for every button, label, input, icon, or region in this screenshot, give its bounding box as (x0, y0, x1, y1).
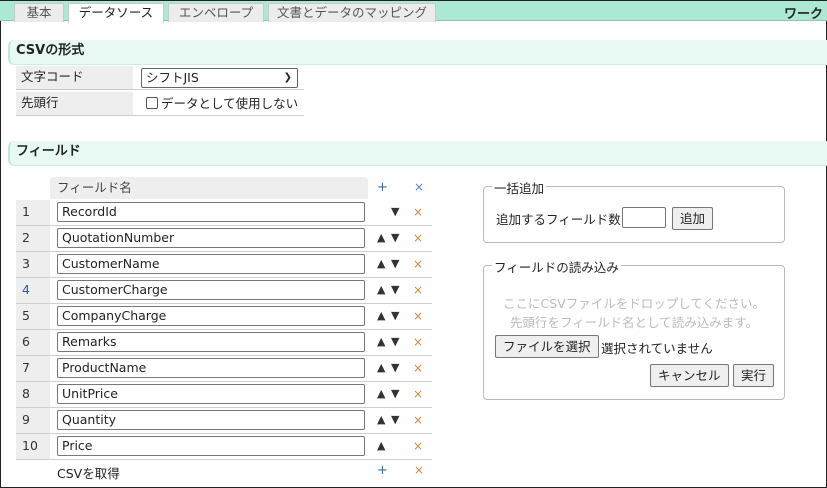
window-title: ワーク (783, 7, 823, 22)
row-number: 3 (16, 252, 50, 277)
section-csv-format: CSVの形式 (8, 40, 827, 64)
file-status: 選択されていません (601, 341, 713, 356)
move-up-icon[interactable]: ▲ (377, 330, 385, 354)
move-up-icon[interactable]: ▲ (377, 356, 385, 380)
drop-hint: ここにCSVファイルをドロップしてください。 (503, 296, 765, 311)
field-row: 2 QuotationNumber ▲ ▼ × (16, 226, 432, 252)
encoding-label: 文字コード (16, 66, 133, 89)
get-csv-link[interactable]: CSVを取得 (57, 463, 120, 482)
field-name-input[interactable]: UnitPrice (57, 384, 365, 404)
row-number: 1 (16, 200, 50, 225)
field-name-header: フィールド名 (50, 177, 368, 199)
remove-field-icon[interactable]: × (413, 408, 423, 432)
move-down-icon[interactable]: ▼ (391, 252, 399, 276)
add-field-top-button[interactable]: + (377, 180, 388, 195)
field-row: 9 Quantity ▲ ▼ × (16, 408, 432, 434)
chevron-down-icon: ❯ (283, 72, 292, 83)
section-fields: フィールド (8, 141, 827, 165)
field-row: 7 ProductName ▲ ▼ × (16, 356, 432, 382)
move-down-icon[interactable]: ▼ (391, 278, 399, 302)
move-down-icon[interactable]: ▼ (391, 304, 399, 328)
move-down-icon[interactable]: ▼ (391, 408, 399, 432)
field-name-input[interactable]: QuotationNumber (57, 228, 365, 248)
field-name-input[interactable]: RecordId (57, 202, 365, 222)
tab-envelope[interactable]: エンベロープ (168, 3, 264, 22)
header-row-label: 先頭行 (16, 92, 133, 115)
remove-field-icon[interactable]: × (413, 226, 423, 250)
remove-field-icon[interactable]: × (413, 252, 423, 276)
field-name-input[interactable]: CustomerCharge (57, 280, 365, 300)
run-button[interactable]: 実行 (733, 364, 775, 387)
field-count-input[interactable] (622, 207, 666, 228)
field-row: 8 UnitPrice ▲ ▼ × (16, 382, 432, 408)
remove-field-icon[interactable]: × (413, 330, 423, 354)
move-up-icon[interactable]: ▲ (377, 278, 385, 302)
move-up-icon[interactable]: ▲ (377, 252, 385, 276)
tab-basic[interactable]: 基本 (14, 3, 64, 22)
field-name-input[interactable]: CompanyCharge (57, 306, 365, 326)
row-number: 5 (16, 304, 50, 329)
move-up-icon[interactable]: ▲ (377, 304, 385, 328)
row-number: 8 (16, 382, 50, 407)
bulk-add-label: 追加するフィールド数 (496, 212, 621, 227)
bulk-add-group: 一括追加 追加するフィールド数 追加 (483, 178, 785, 243)
row-number: 7 (16, 356, 50, 381)
tab-bar: 基本 データソース エンベロープ 文書とデータのマッピング ワーク (0, 0, 827, 23)
remove-field-icon[interactable]: × (413, 200, 423, 224)
field-row: 3 CustomerName ▲ ▼ × (16, 252, 432, 278)
tab-mapping[interactable]: 文書とデータのマッピング (268, 3, 436, 22)
field-row: 1 RecordId ▼ × (16, 200, 432, 226)
import-legend: フィールドの読み込み (492, 257, 621, 276)
field-row: 6 Remarks ▲ ▼ × (16, 330, 432, 356)
field-name-input[interactable]: Remarks (57, 332, 365, 352)
cancel-button[interactable]: キャンセル (650, 364, 729, 387)
header-checkbox[interactable] (146, 97, 158, 109)
move-up-icon[interactable]: ▲ (377, 226, 385, 250)
add-field-button[interactable]: + (377, 463, 388, 478)
remove-all-button[interactable]: × (414, 180, 424, 194)
get-csv-link-text[interactable]: CSVを取得 (57, 466, 120, 481)
remove-field-icon[interactable]: × (413, 356, 423, 380)
move-up-icon[interactable]: ▲ (377, 434, 385, 458)
move-down-icon[interactable]: ▼ (391, 226, 399, 250)
drop-hint-2: 先頭行をフィールド名として読み込みます。 (509, 315, 759, 330)
move-up-icon[interactable]: ▲ (377, 382, 385, 406)
tab-datasource[interactable]: データソース (68, 3, 164, 23)
encoding-select[interactable]: シフトJIS ❯ (141, 68, 298, 88)
remove-field-icon[interactable]: × (413, 304, 423, 328)
bulk-add-button[interactable]: 追加 (672, 207, 714, 230)
row-number: 6 (16, 330, 50, 355)
remove-field-icon[interactable]: × (413, 278, 423, 302)
bulk-add-legend: 一括追加 (492, 178, 547, 197)
row-number: 10 (16, 434, 50, 459)
field-row: 5 CompanyCharge ▲ ▼ × (16, 304, 432, 330)
remove-field-icon[interactable]: × (413, 434, 423, 458)
encoding-value: シフトJIS (146, 70, 199, 85)
import-group: フィールドの読み込み ここにCSVファイルをドロップしてください。 先頭行をフィ… (483, 257, 785, 400)
row-number: 2 (16, 226, 50, 251)
move-down-icon[interactable]: ▼ (391, 382, 399, 406)
move-down-icon[interactable]: ▼ (391, 330, 399, 354)
move-up-icon[interactable]: ▲ (377, 408, 385, 432)
field-row: 10 Price ▲ × (16, 434, 432, 460)
field-name-input[interactable]: ProductName (57, 358, 365, 378)
row-number: 4 (16, 278, 50, 303)
row-number: 9 (16, 408, 50, 433)
field-name-input[interactable]: Quantity (57, 410, 365, 430)
move-down-icon[interactable]: ▼ (391, 200, 399, 224)
field-name-input[interactable]: Price (57, 436, 365, 456)
remove-icon[interactable]: × (414, 463, 424, 477)
field-name-input[interactable]: CustomerName (57, 254, 365, 274)
header-checkbox-label[interactable]: データとして使用しない (161, 92, 298, 116)
field-row: 4 CustomerCharge ▲ ▼ × (16, 278, 432, 304)
remove-field-icon[interactable]: × (413, 382, 423, 406)
choose-file-button[interactable]: ファイルを選択 (495, 335, 599, 358)
move-down-icon[interactable]: ▼ (391, 356, 399, 380)
